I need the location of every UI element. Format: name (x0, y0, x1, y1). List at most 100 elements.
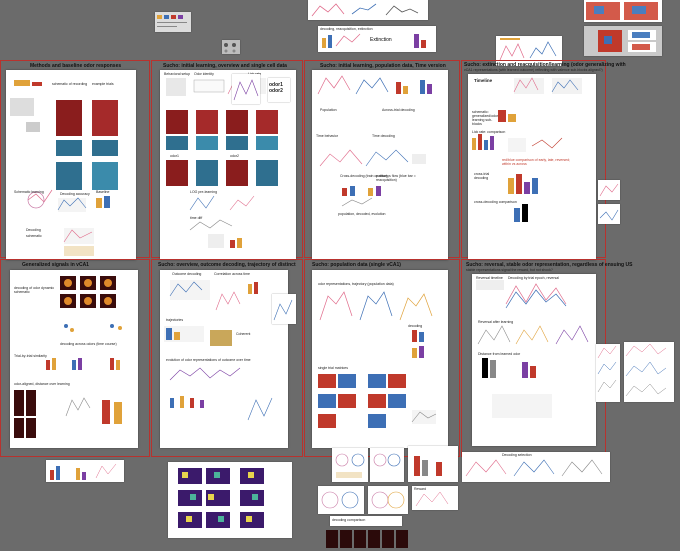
label: schematic: generalized/odor learning sub… (472, 110, 499, 126)
label: Lick rate: comparison (472, 130, 506, 134)
label: Population (320, 108, 337, 112)
line-chart-icon (465, 459, 603, 477)
odor-label: odor1 odor2 (269, 82, 283, 94)
label: Schematic learning (14, 190, 44, 194)
label: time diff (190, 216, 203, 220)
label: Behavioral setup (164, 72, 191, 76)
label: odor representations, trajectory (popula… (318, 282, 394, 286)
section-title-generalized: Generalized signals in vCA1 (22, 262, 89, 268)
dark-thumbnail-6[interactable] (396, 530, 408, 548)
label: odor1 (170, 154, 179, 158)
bar-chart-icon (414, 456, 442, 476)
page-outcome-decoding[interactable]: Outcome decoding Correlation across time… (160, 270, 288, 448)
label: schematic of recording (52, 82, 88, 86)
label: population, decoded, evolution (338, 212, 386, 216)
label: decoding of odor dynamic schematic (14, 286, 55, 294)
top-left-dots-scrap[interactable] (222, 40, 240, 54)
heatmap-icon (178, 468, 264, 528)
line-chart-icon (599, 183, 619, 197)
scrap-title: decoding, reacquisition, extinction (320, 27, 373, 31)
bar-chart-icon (50, 463, 117, 480)
section-title-methods: Methods and baseline odor responses (30, 63, 122, 69)
outcome-side-chart[interactable] (272, 294, 296, 324)
bottom-center-scrap-1[interactable] (332, 448, 368, 482)
label: Time behavior (316, 134, 339, 138)
label: Baseline (96, 190, 110, 194)
top-left-legend-scrap[interactable] (155, 12, 191, 32)
bottom-center-scrap-3[interactable] (408, 446, 458, 482)
page-extinction[interactable]: Timeline schematic: generalized/odor lea… (468, 74, 596, 260)
reversal-side-chart-1[interactable] (596, 344, 620, 402)
label: evolution of odor representations of out… (166, 358, 251, 362)
dark-thumbnail-5[interactable] (382, 530, 394, 548)
scrap-title: decoding comparison (332, 518, 366, 522)
heatmap-icon (586, 2, 658, 20)
label: odor2 (230, 154, 239, 158)
reversal-side-chart-2[interactable] (624, 342, 674, 402)
label: Timeline (474, 78, 493, 83)
top-center-chart-scrap[interactable] (308, 0, 428, 20)
bottom-center-scrap-4[interactable] (318, 486, 364, 514)
scatter-icon (335, 453, 365, 478)
line-chart-icon (273, 299, 293, 321)
line-chart-icon (599, 209, 619, 221)
dark-thumbnail-4[interactable] (368, 530, 380, 548)
reversal-subtitle: stable representations signal the reward… (466, 268, 553, 272)
label: Time decoding (372, 134, 395, 138)
label: example trials (92, 82, 114, 86)
line-chart-icon (311, 3, 419, 17)
bottom-center-scrap-7[interactable]: decoding comparison (330, 516, 402, 526)
top-right-heatmap-scrap-2[interactable] (584, 26, 662, 56)
label: single trial matrices (318, 366, 348, 370)
top-right-heatmap-scrap[interactable] (584, 0, 662, 22)
label: Across-trial decoding (382, 108, 415, 112)
page-reversal[interactable]: Reversal timeline Decoding by trial epoc… (472, 274, 596, 446)
bottom-center-scrap-2[interactable] (370, 448, 404, 482)
label: Decoding (26, 228, 41, 232)
bottom-center-scrap-5[interactable] (368, 486, 408, 514)
dark-thumbnail-1[interactable] (326, 530, 338, 548)
bottom-right-wide-scrap[interactable]: Decoding selection (462, 452, 610, 482)
dark-thumbnail-2[interactable] (340, 530, 352, 548)
label: LOG pre-learning (190, 190, 218, 194)
bottom-left-bar-scrap[interactable] (46, 460, 124, 482)
page-single-figures (318, 291, 437, 428)
bottom-matrix-scrap[interactable] (168, 462, 292, 538)
label: Outcome decoding (172, 272, 202, 276)
odor-label-scrap[interactable]: odor1 odor2 (268, 78, 290, 102)
label: schematic (26, 234, 42, 238)
scrap-title: Reward (414, 487, 427, 491)
top-center-bar-scrap[interactable]: decoding, reacquisition, extinction Exti… (318, 26, 436, 52)
page-single-vca1[interactable]: odor representations, trajectory (popula… (312, 270, 448, 448)
label: decoding (408, 324, 423, 328)
label: pathways flow (blue bar = reacquisition) (376, 174, 416, 182)
label: red/blue comparison of early, late, reve… (502, 158, 571, 166)
page-generalized-figures (14, 276, 122, 438)
dark-thumbnail-3[interactable] (354, 530, 366, 548)
label: cross-trial decoding (474, 172, 490, 180)
line-chart-icon (625, 343, 667, 397)
page-reversal-figures (476, 280, 589, 418)
heatmap-icon (598, 30, 656, 52)
label: Coherent (236, 332, 251, 336)
right-side-chart-2[interactable] (598, 204, 620, 224)
line-chart-icon (233, 79, 259, 101)
page-generalized[interactable]: decoding of odor dynamic schematic decod… (10, 270, 138, 448)
label: cross-decoding comparison (474, 200, 517, 204)
mini-chart-scrap[interactable] (232, 74, 260, 104)
label: Odor identity (194, 72, 214, 76)
scrap-title: Decoding selection (502, 453, 532, 457)
scatter-icon (321, 491, 359, 509)
right-side-chart-1[interactable] (598, 180, 620, 200)
label: Decoding by trial epoch, reversal (508, 276, 559, 280)
label: Correlation across time (214, 272, 250, 276)
figure-board-canvas[interactable]: decoding, reacquisition, extinction Exti… (0, 0, 680, 551)
page-extinction-figures (472, 77, 582, 222)
page-population-figures (317, 75, 432, 207)
label: Reversal after learning (478, 320, 514, 324)
page-methods[interactable]: schematic of recording example trials Sc… (6, 70, 136, 260)
page-population-time[interactable]: Population Across-trial decoding Time be… (312, 70, 448, 260)
bottom-center-scrap-6[interactable]: Reward (412, 486, 458, 510)
label: odor-aligned, distance over learning (14, 382, 70, 386)
section-title-single-vca1: Sucho: population data (single vCA1) (312, 262, 401, 268)
